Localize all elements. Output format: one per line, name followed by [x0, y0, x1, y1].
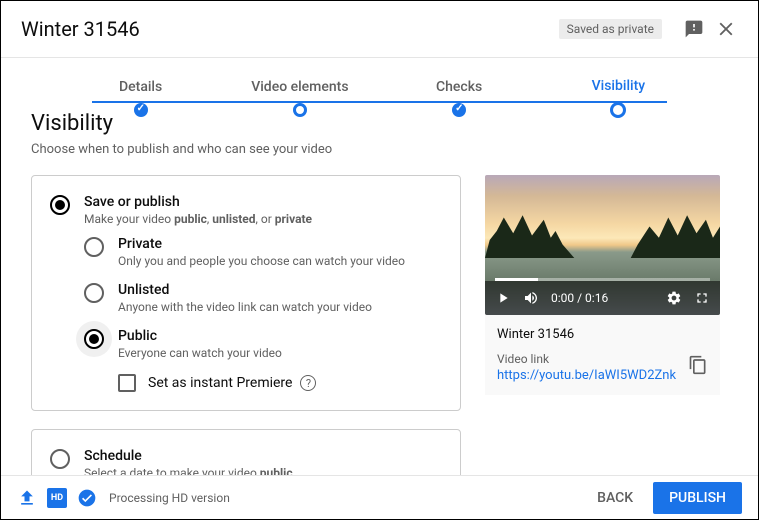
check-circle-icon	[77, 488, 97, 508]
stepper-line	[92, 101, 667, 103]
back-button[interactable]: BACK	[583, 482, 647, 514]
save-publish-option[interactable]: Save or publish Make your video public, …	[50, 194, 442, 226]
close-icon[interactable]	[714, 17, 738, 41]
upload-icon	[17, 488, 37, 508]
video-thumbnail[interactable]: 0:00 / 0:16	[485, 175, 720, 315]
radio-selected-icon[interactable]	[84, 329, 104, 349]
save-status-badge: Saved as private	[559, 19, 662, 39]
copy-icon[interactable]	[688, 355, 708, 375]
schedule-desc: Select a date to make your video public	[84, 466, 442, 475]
link-label: Video link	[497, 352, 708, 366]
dialog-footer: HD Processing HD version BACK PUBLISH	[1, 475, 758, 519]
fullscreen-icon[interactable]	[694, 290, 710, 306]
dialog-header: Winter 31546 Saved as private	[1, 1, 758, 58]
video-title: Winter 31546	[21, 17, 559, 41]
save-publish-card: Save or publish Make your video public, …	[31, 175, 461, 411]
video-time: 0:00 / 0:16	[551, 291, 608, 305]
hd-icon: HD	[47, 488, 67, 508]
checkbox-icon[interactable]	[118, 374, 136, 392]
schedule-card: Schedule Select a date to make your vide…	[31, 429, 461, 475]
publish-button[interactable]: PUBLISH	[653, 482, 742, 514]
page-subheading: Choose when to publish and who can see y…	[31, 142, 720, 157]
step-dot	[293, 103, 307, 117]
premiere-option[interactable]: Set as instant Premiere ?	[118, 374, 442, 392]
content-scroll[interactable]: Visibility Choose when to publish and wh…	[1, 111, 750, 475]
video-link[interactable]: https://youtu.be/IaWI5WD2Znk	[497, 368, 708, 383]
private-option[interactable]: Private Only you and people you choose c…	[84, 236, 442, 268]
save-publish-desc: Make your video public, unlisted, or pri…	[84, 212, 442, 226]
schedule-option[interactable]: Schedule Select a date to make your vide…	[50, 448, 442, 475]
check-icon	[134, 103, 148, 117]
feedback-icon[interactable]	[682, 17, 706, 41]
settings-icon[interactable]	[666, 290, 682, 306]
video-meta: Winter 31546 Video link https://youtu.be…	[485, 315, 720, 395]
public-option[interactable]: Public Everyone can watch your video	[84, 328, 442, 360]
volume-icon[interactable]	[523, 290, 539, 306]
unlisted-option[interactable]: Unlisted Anyone with the video link can …	[84, 282, 442, 314]
radio-icon[interactable]	[50, 449, 70, 469]
video-name: Winter 31546	[497, 327, 708, 342]
video-controls: 0:00 / 0:16	[485, 281, 720, 315]
radio-selected-icon[interactable]	[50, 195, 70, 215]
radio-icon[interactable]	[84, 237, 104, 257]
processing-status: Processing HD version	[109, 491, 583, 505]
radio-icon[interactable]	[84, 283, 104, 303]
play-icon[interactable]	[495, 290, 511, 306]
help-icon[interactable]: ?	[300, 375, 316, 391]
